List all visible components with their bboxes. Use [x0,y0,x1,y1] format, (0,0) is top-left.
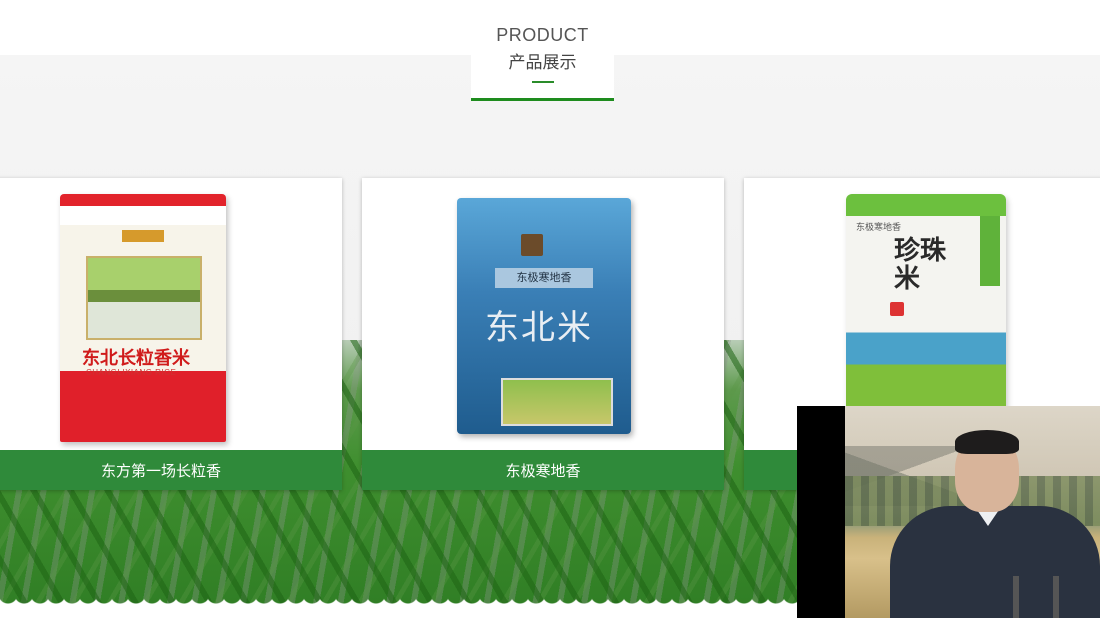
rice-bag-dongjihandixiang: 东极寒地香 东北米 [457,198,631,434]
bag-subtitle: CHANGLIXIANG RICE [86,368,177,377]
bag-big-text: 东北米 [485,309,593,347]
bag-label: 东极寒地香 [495,268,593,288]
rice-bag-zhenzhumi: 东极寒地香 珍珠米 [846,194,1006,428]
bag-logo-icon [521,234,543,256]
bag-small-text: 东极寒地香 [856,222,902,232]
bag-seal-icon [890,302,904,316]
section-title-en: PRODUCT [496,25,589,45]
product-image-1[interactable]: 东北长粒香米 CHANGLIXIANG RICE [0,178,342,450]
bag-big-text: 珍珠米 [894,235,947,293]
product-card-1[interactable]: 东北长粒香米 CHANGLIXIANG RICE 东方第一场长粒香 [0,178,342,490]
speaker-hair [955,430,1019,454]
section-header: PRODUCT 产品展示 [471,16,614,101]
bag-stripe [980,216,1000,286]
microphone-icon [1013,576,1019,618]
bag-window [501,378,613,426]
product-image-2[interactable]: 东极寒地香 东北米 [362,178,724,450]
product-caption-2[interactable]: 东极寒地香 [362,450,724,490]
video-overlay[interactable] [797,406,1100,618]
bag-name: 东北长粒香米 [82,348,190,368]
video-frame[interactable] [845,406,1100,618]
bag-photo [86,256,202,340]
bag-tag [122,230,164,242]
product-card-2[interactable]: 东极寒地香 东北米 东极寒地香 [362,178,724,490]
rice-bag-changlixiang: 东北长粒香米 CHANGLIXIANG RICE [60,194,226,442]
section-title-zh: 产品展示 [508,53,577,72]
microphone-icon [1053,576,1059,618]
speaker-body [890,506,1100,618]
title-divider [531,81,554,83]
product-caption-1[interactable]: 东方第一场长粒香 [0,450,342,490]
